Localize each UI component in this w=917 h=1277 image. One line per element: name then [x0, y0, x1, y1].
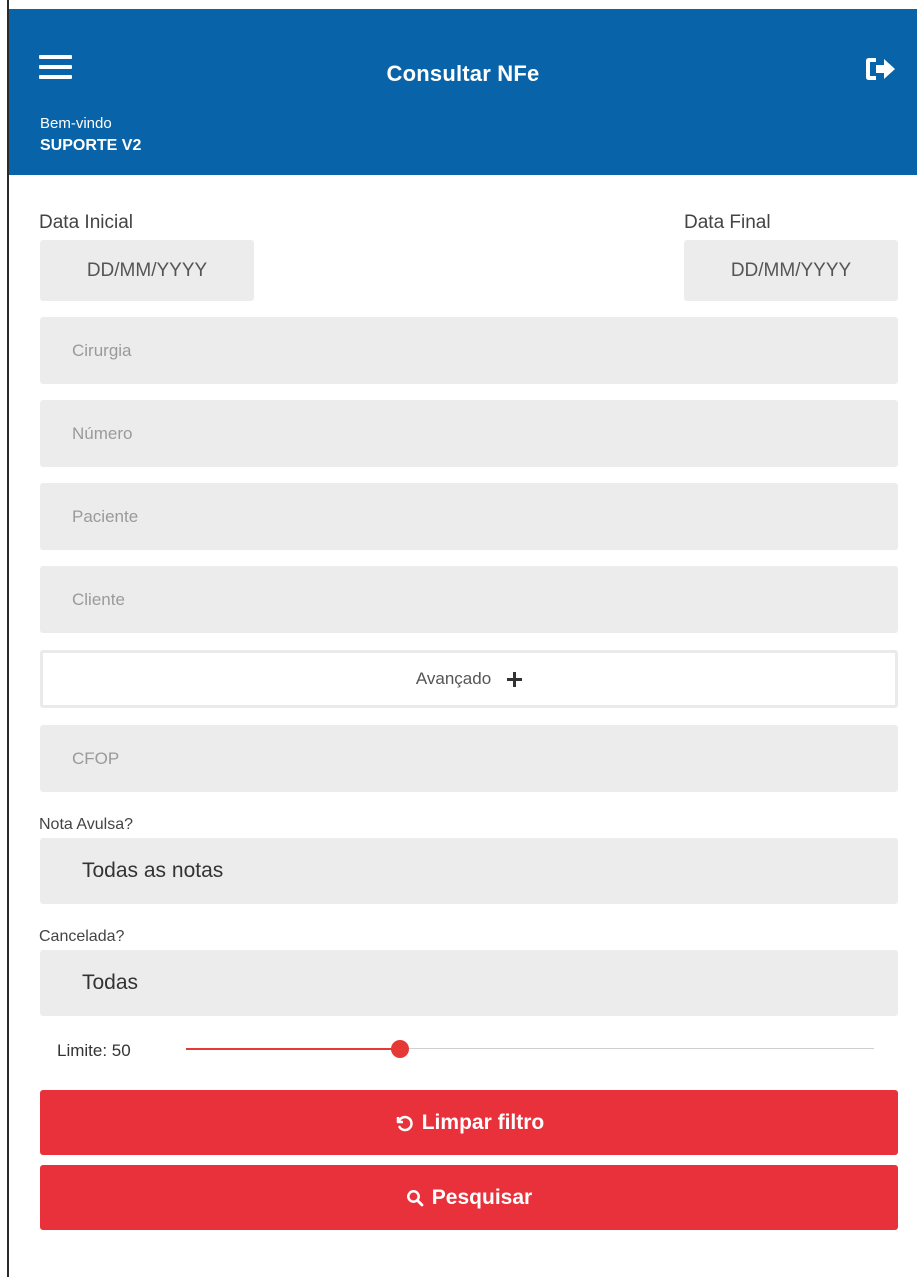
- undo-icon: [396, 1115, 413, 1131]
- limit-slider-track[interactable]: [400, 1048, 874, 1049]
- start-date-field[interactable]: [40, 240, 254, 301]
- search-button[interactable]: Pesquisar: [40, 1165, 898, 1230]
- limit-slider-track-filled[interactable]: [186, 1048, 400, 1050]
- cancelada-select[interactable]: Todas: [40, 950, 898, 1016]
- number-input[interactable]: [40, 400, 898, 467]
- clear-filter-label: Limpar filtro: [421, 1110, 545, 1134]
- advanced-label: Avançado: [415, 669, 492, 688]
- window-left-border: [0, 0, 9, 1277]
- cancelada-value: Todas: [82, 971, 139, 994]
- surgery-input[interactable]: [40, 317, 898, 384]
- logout-icon[interactable]: [864, 55, 898, 83]
- nota-avulsa-select[interactable]: Todas as notas: [40, 838, 898, 904]
- client-input[interactable]: [40, 566, 898, 633]
- page-title: Consultar NFe: [386, 61, 540, 86]
- cfop-input[interactable]: [40, 725, 898, 792]
- plus-icon: [507, 671, 523, 687]
- welcome-text: Bem-vindo: [40, 115, 112, 132]
- clear-filter-button[interactable]: Limpar filtro: [40, 1090, 898, 1155]
- advanced-toggle-button[interactable]: Avançado: [40, 650, 898, 708]
- limit-slider-thumb[interactable]: [391, 1040, 409, 1058]
- end-date-label: Data Final: [684, 212, 771, 233]
- limit-label: Limite: 50: [57, 1041, 131, 1060]
- search-label: Pesquisar: [431, 1185, 533, 1209]
- search-icon: [406, 1189, 424, 1206]
- cancelada-label: Cancelada?: [39, 928, 125, 945]
- start-date-label: Data Inicial: [39, 212, 133, 233]
- username: SUPORTE V2: [40, 137, 142, 154]
- end-date-field[interactable]: [684, 240, 898, 301]
- nota-avulsa-value: Todas as notas: [82, 859, 224, 882]
- nota-avulsa-label: Nota Avulsa?: [39, 816, 133, 833]
- app-header: Consultar NFe Bem-vindo SUPORTE V2: [9, 9, 917, 175]
- patient-input[interactable]: [40, 483, 898, 550]
